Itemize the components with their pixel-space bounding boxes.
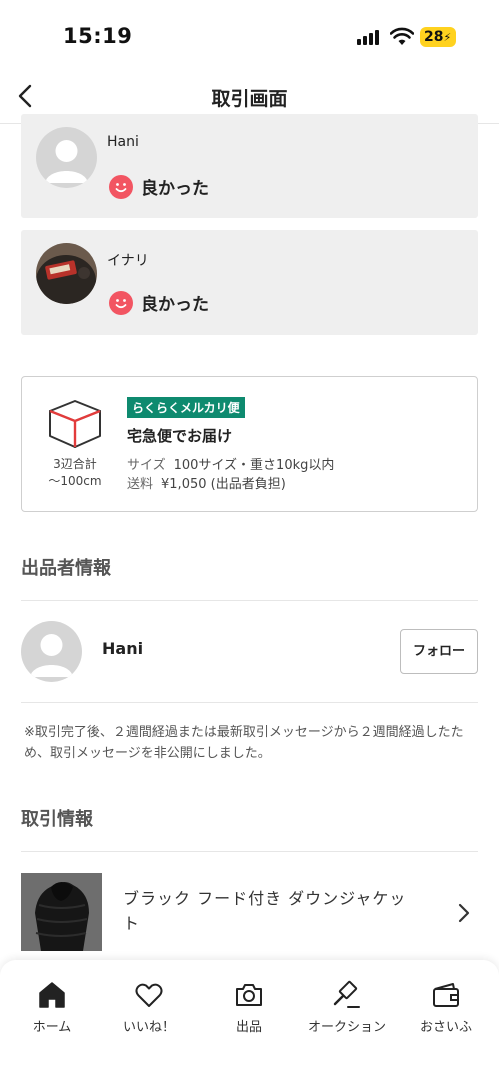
package-box-icon xyxy=(49,400,101,448)
seller-section-title: 出品者情報 xyxy=(21,558,111,579)
heart-icon xyxy=(135,983,163,1007)
shipping-service-badge: らくらくメルカリ便 xyxy=(127,397,245,418)
smile-face-icon xyxy=(109,290,133,315)
divider xyxy=(21,600,478,601)
divider xyxy=(21,702,478,703)
fee-value: ¥1,050 (出品者負担) xyxy=(161,477,286,492)
status-time: 15:19 xyxy=(63,24,133,48)
charging-icon: ⚡ xyxy=(443,31,452,44)
review-card-buyer: Hani 良かった xyxy=(21,114,478,218)
avatar-default-icon[interactable] xyxy=(36,127,97,188)
transaction-section-title: 取引情報 xyxy=(21,809,93,830)
shipping-size-row: サイズ 100サイズ・重さ10kg以内 xyxy=(127,454,334,473)
size-limit-line-2: 〜100cm xyxy=(48,474,102,488)
size-limit-text: 3辺合計 〜100cm xyxy=(36,456,114,490)
battery-indicator: 28⚡ xyxy=(420,27,456,47)
divider xyxy=(21,851,478,852)
rating-label: 良かった xyxy=(141,295,209,315)
wallet-icon xyxy=(433,983,459,1007)
tab-wallet[interactable]: おさいふ xyxy=(401,980,491,1035)
tab-label: オークション xyxy=(307,1020,386,1035)
tab-auction[interactable]: オークション xyxy=(302,980,392,1035)
fee-label: 送料 xyxy=(127,477,154,492)
tab-label: いいね！ xyxy=(122,1020,175,1035)
wifi-icon xyxy=(390,27,414,45)
item-name[interactable]: ブラック フード付き ダウンジャケット xyxy=(123,886,423,936)
avatar-default-icon[interactable] xyxy=(21,621,82,682)
review-user-name[interactable]: イナリ xyxy=(107,250,149,270)
tab-likes[interactable]: いいね！ xyxy=(104,980,194,1035)
rating-label: 良かった xyxy=(141,179,209,199)
tab-label: 出品 xyxy=(235,1020,262,1035)
page-title: 取引画面 xyxy=(211,88,288,110)
battery-level: 28 xyxy=(424,29,444,45)
item-thumbnail[interactable] xyxy=(21,873,102,951)
tab-sell[interactable]: 出品 xyxy=(204,980,294,1035)
signal-icon xyxy=(357,29,383,45)
review-card-seller: イナリ 良かった xyxy=(21,230,478,335)
shipping-info-box: 3辺合計 〜100cm らくらくメルカリ便 宅急便でお届け サイズ 100サイズ・… xyxy=(21,376,478,512)
tab-label: ホーム xyxy=(32,1020,72,1035)
size-label: サイズ xyxy=(127,458,166,473)
smile-face-icon xyxy=(109,174,133,199)
avatar-photo[interactable] xyxy=(36,243,97,304)
review-rating: 良かった xyxy=(109,290,209,316)
chevron-right-icon[interactable] xyxy=(456,902,472,924)
camera-icon xyxy=(236,984,262,1006)
tab-home[interactable]: ホーム xyxy=(7,980,97,1035)
review-user-name[interactable]: Hani xyxy=(107,134,139,150)
seller-name[interactable]: Hani xyxy=(102,639,143,658)
shipping-fee-row: 送料 ¥1,050 (出品者負担) xyxy=(127,473,286,492)
message-privacy-notice: ※取引完了後、２週間経過または最新取引メッセージから２週間経過したため、取引メッ… xyxy=(24,725,464,761)
gavel-icon xyxy=(333,980,360,1008)
review-rating: 良かった xyxy=(109,174,209,200)
tab-bar: ホーム いいね！ 出品 オークション おさいふ xyxy=(0,960,499,1080)
tab-label: おさいふ xyxy=(419,1020,472,1035)
size-limit-line-1: 3辺合計 xyxy=(53,457,97,471)
shipping-method: 宅急便でお届け xyxy=(127,427,233,445)
size-value: 100サイズ・重さ10kg以内 xyxy=(173,458,335,473)
status-bar: 15:19 28⚡ xyxy=(0,0,499,72)
home-icon xyxy=(39,982,65,1008)
follow-button[interactable]: フォロー xyxy=(400,629,478,674)
